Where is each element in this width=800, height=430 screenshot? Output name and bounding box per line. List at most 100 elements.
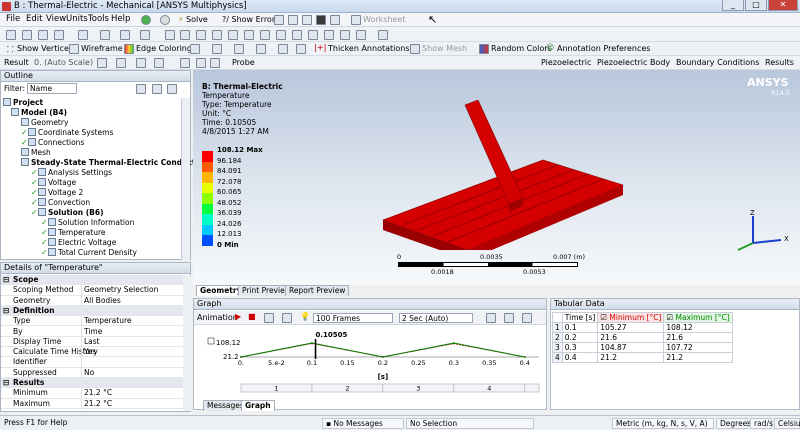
menu-file[interactable]: File <box>6 14 20 24</box>
solve-button[interactable]: Solve <box>186 15 208 24</box>
image-icon[interactable] <box>288 15 298 25</box>
collapse-icon[interactable]: ⊟ <box>3 275 9 285</box>
lightning-icon[interactable] <box>160 15 170 25</box>
menu-edit[interactable]: Edit <box>26 14 42 24</box>
table-row[interactable]: 3 0.3 104.87 107.72 <box>552 342 733 353</box>
tree-node[interactable]: ✓ Convection <box>31 198 90 208</box>
result-tool-7-icon[interactable] <box>210 58 220 68</box>
collapse-icon[interactable]: ⊟ <box>3 378 9 388</box>
tab-report-preview[interactable]: Report Preview <box>285 285 350 296</box>
minimum-header[interactable]: ☑ Minimum [°C] <box>597 312 665 323</box>
collapse-icon[interactable]: ⊟ <box>3 306 9 316</box>
results-button[interactable]: Results <box>765 58 794 67</box>
tree-node[interactable]: Model (B4) <box>11 108 67 118</box>
globe-icon[interactable] <box>330 15 340 25</box>
show-mesh-button[interactable]: Show Mesh <box>422 44 467 53</box>
zoom-out-icon[interactable] <box>244 30 254 40</box>
select-mode-icon[interactable] <box>78 30 88 40</box>
help-pointer-icon[interactable]: ↖ <box>428 13 437 26</box>
edge-tool-4-icon[interactable] <box>256 44 266 54</box>
details-row[interactable]: Geometry All Bodies <box>1 295 183 306</box>
select-body-icon[interactable] <box>54 30 64 40</box>
chart-icon[interactable] <box>302 15 312 25</box>
outline-scrollbar[interactable] <box>181 98 190 260</box>
result-tool-4-icon[interactable] <box>154 58 164 68</box>
graph-settings-icon[interactable] <box>522 313 532 323</box>
tree-node[interactable]: ✓ Coordinate Systems <box>21 128 113 138</box>
wireframe-button[interactable]: Wireframe <box>81 44 123 53</box>
filter-dropdown[interactable]: Name <box>27 83 77 94</box>
piezoelectric-menu[interactable]: Piezoelectric <box>541 58 591 67</box>
zoom-fit-icon[interactable] <box>260 30 270 40</box>
expand-icon[interactable] <box>120 30 130 40</box>
tree-node[interactable]: ✓ Solution Information <box>41 218 134 228</box>
menu-tools[interactable]: Tools <box>88 14 109 24</box>
details-row[interactable]: By Time <box>1 326 183 337</box>
tree-node[interactable]: Project <box>3 98 43 108</box>
zoom-in-icon[interactable] <box>228 30 238 40</box>
details-scrollbar[interactable] <box>183 275 191 411</box>
set-view-icon[interactable] <box>356 30 366 40</box>
maximize-button[interactable]: □ <box>745 0 767 11</box>
menu-help[interactable]: Help <box>111 14 130 24</box>
frames-dropdown[interactable]: 100 Frames <box>313 313 393 323</box>
tree-node[interactable]: ✓ Connections <box>21 138 84 148</box>
status-messages[interactable]: ▪ No Messages <box>322 418 404 429</box>
details-row[interactable]: Display Time Last <box>1 336 183 348</box>
layout-icon[interactable] <box>378 30 388 40</box>
frame-icon[interactable] <box>264 313 274 323</box>
result-tool-5-icon[interactable] <box>180 58 190 68</box>
graphics-viewport[interactable]: B: Thermal-Electric Temperature Type: Tem… <box>193 70 800 285</box>
maximum-header[interactable]: ☑ Maximum [°C] <box>663 312 733 323</box>
result-tool-1-icon[interactable] <box>97 58 107 68</box>
tree-node[interactable]: ✓ Total Current Density <box>41 248 137 258</box>
details-row[interactable]: Scoping Method Geometry Selection <box>1 285 183 296</box>
thicken-annotations-button[interactable]: Thicken Annotations <box>328 44 410 53</box>
tree-node[interactable]: ✓ Solution (B6) <box>31 208 104 218</box>
show-errors-button[interactable]: ?/ Show Errors <box>222 15 279 24</box>
time-header[interactable]: Time [s] <box>561 312 599 323</box>
magnifier-icon[interactable] <box>276 30 286 40</box>
table-row[interactable]: 1 0.1 105.27 108.12 <box>552 322 733 333</box>
distributed-icon[interactable] <box>282 313 292 323</box>
tree-node[interactable]: Geometry <box>21 118 68 128</box>
filter-tool-1-icon[interactable] <box>136 84 146 94</box>
lightbulb-icon[interactable]: 💡 <box>300 312 310 321</box>
edge-coloring-button[interactable]: Edge Coloring <box>136 44 192 53</box>
details-row[interactable]: Type Temperature <box>1 316 183 327</box>
speed-dropdown[interactable]: 2 Sec (Auto) <box>399 313 473 323</box>
check-icon[interactable] <box>141 15 151 25</box>
details-row[interactable]: Identifier <box>1 357 183 368</box>
result-tool-2-icon[interactable] <box>116 58 126 68</box>
tree-node[interactable]: Steady-State Thermal-Electric Conduct <box>21 158 196 168</box>
minimize-button[interactable]: _ <box>722 0 744 11</box>
zoom-icon[interactable] <box>196 30 206 40</box>
details-row[interactable]: ⊟ Scope <box>1 275 183 286</box>
isometric-icon[interactable] <box>340 30 350 40</box>
tree-node[interactable]: ✓ Voltage <box>31 178 76 188</box>
next-view-icon[interactable] <box>324 30 334 40</box>
annotation-preferences-button[interactable]: Annotation Preferences <box>557 44 650 53</box>
tree-node[interactable]: ✓ Electric Voltage <box>41 238 116 248</box>
dark-icon[interactable] <box>316 15 326 25</box>
worksheet-button[interactable]: Worksheet <box>363 15 405 24</box>
details-row[interactable]: Maximum 21.2 °C <box>1 398 183 409</box>
result-tool-3-icon[interactable] <box>136 58 146 68</box>
close-button[interactable]: ✕ <box>768 0 798 11</box>
pan-icon[interactable] <box>180 30 190 40</box>
zoom-all-icon[interactable] <box>292 30 302 40</box>
edge-tool-3-icon[interactable] <box>234 44 244 54</box>
tree-node[interactable]: ✓ Voltage 2 <box>31 188 83 198</box>
stop-icon[interactable]: ■ <box>248 312 256 321</box>
tree-node[interactable]: Mesh <box>21 148 51 158</box>
select-point-icon[interactable] <box>6 30 16 40</box>
cursor-icon[interactable] <box>140 30 150 40</box>
menu-units[interactable]: Units <box>66 14 88 24</box>
probe-button[interactable]: Probe <box>232 58 255 67</box>
play-icon[interactable]: ▶ <box>235 312 241 321</box>
piezoelectric-body-button[interactable]: Piezoelectric Body <box>597 58 670 67</box>
filter-tool-3-icon[interactable] <box>167 84 177 94</box>
boundary-conditions-button[interactable]: Boundary Conditions <box>676 58 759 67</box>
show-vertices-button[interactable]: Show Vertices <box>17 44 73 53</box>
refresh-icon[interactable] <box>504 313 514 323</box>
